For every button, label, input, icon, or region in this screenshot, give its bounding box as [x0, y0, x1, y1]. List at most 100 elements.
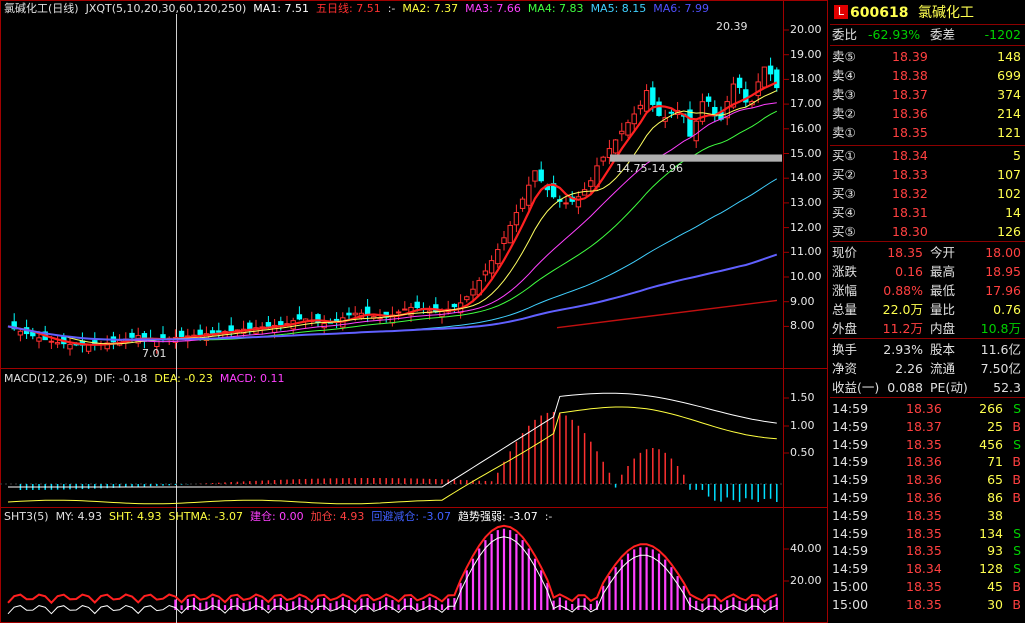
- candle-body: [612, 139, 619, 154]
- candle-body: [526, 184, 532, 206]
- macd-axis-label: 1.00: [790, 419, 815, 432]
- stat-value: 7.50亿: [980, 361, 1021, 376]
- candle-body: [395, 311, 402, 314]
- tick-time: 14:59: [832, 525, 869, 541]
- price-axis-label: 8.00: [790, 319, 815, 333]
- candle-body: [625, 122, 631, 136]
- level-price: 18.36: [892, 106, 928, 121]
- low-annotation: 7.01: [142, 347, 167, 360]
- ask-row: 卖② 18.36 214: [830, 105, 1025, 123]
- divider: [830, 397, 1025, 398]
- candle-body: [17, 330, 24, 336]
- ask-row: 卖① 18.35 121: [830, 124, 1025, 142]
- stat-value: 0.088: [887, 380, 923, 395]
- tick-price: 18.35: [906, 436, 942, 452]
- candle-body: [470, 288, 476, 296]
- level-price: 18.37: [892, 87, 928, 102]
- chart-area[interactable]: 氯碱化工(日线) JXQT(5,10,20,30,60,120,250) MA1: …: [0, 0, 828, 623]
- stat-row: 外盘 11.2万 内盘 10.8万: [830, 320, 1025, 338]
- level-price: 18.33: [892, 167, 928, 182]
- tick-volume: 71: [987, 454, 1003, 470]
- level-volume: 121: [997, 125, 1021, 140]
- stat-label: 收益(一): [832, 380, 880, 395]
- weibi-label: 委比: [832, 27, 858, 42]
- level-volume: 699: [997, 68, 1021, 83]
- tick-row: 14:59 18.36 71 B: [830, 453, 1025, 471]
- stat-label: 最低: [930, 283, 956, 298]
- stat-label: 涨跌: [832, 264, 858, 279]
- tick-row: 14:59 18.36 65 B: [830, 471, 1025, 489]
- tick-price: 18.35: [906, 507, 942, 523]
- tick-row: 14:59 18.36 86 B: [830, 489, 1025, 507]
- candle-body: [488, 260, 495, 274]
- tick-time: 14:59: [832, 472, 869, 488]
- candle-body: [129, 332, 135, 338]
- legend-item: SHT3(5): [4, 510, 49, 523]
- legend-item: MACD: 0.11: [219, 372, 285, 385]
- ask-row: 卖⑤ 18.39 148: [830, 48, 1025, 66]
- stat-label: PE(动): [930, 380, 968, 395]
- macd-axis-label: 0.50: [790, 446, 815, 459]
- level-label: 买③: [832, 186, 856, 201]
- candle-body: [668, 111, 675, 114]
- gap-zone: [610, 154, 782, 162]
- weicha-label: 委差: [930, 27, 956, 42]
- tick-row: 15:00 18.35 45 B: [830, 578, 1025, 596]
- candle-body: [197, 329, 203, 335]
- stat-label: 净资: [832, 361, 858, 376]
- candlestick-chart[interactable]: [0, 0, 828, 623]
- candle-body: [736, 77, 743, 88]
- legend-item: MA2: 7.37: [402, 2, 459, 15]
- legend-item: MA5: 8.15: [590, 2, 647, 15]
- stat-value: 18.95: [985, 264, 1021, 279]
- tick-time: 14:59: [832, 507, 869, 523]
- tick-direction: S: [1013, 401, 1021, 416]
- stat-label: 换手: [832, 342, 858, 357]
- stat-label: 总量: [832, 302, 858, 317]
- tick-volume: 65: [987, 472, 1003, 488]
- candle-body: [364, 306, 371, 316]
- candle-body: [519, 198, 526, 209]
- bid-row: 买⑤ 18.30 126: [830, 223, 1025, 241]
- price-axis-label: 13.00: [790, 195, 822, 209]
- candle-body: [464, 296, 470, 301]
- tick-direction: B: [1012, 472, 1021, 488]
- candle-body: [538, 169, 544, 182]
- candle-body: [563, 202, 569, 205]
- tick-price: 18.36: [906, 472, 942, 488]
- ma6-line: [7, 253, 778, 341]
- gap-annotation: 14.75-14.96: [616, 162, 683, 175]
- weibi-value: -62.93%: [868, 27, 921, 42]
- candle-body: [247, 322, 253, 329]
- main-chart-legend: 氯碱化工(日线) JXQT(5,10,20,30,60,120,250) MA1: …: [4, 2, 716, 16]
- level-volume: 148: [997, 49, 1021, 64]
- tick-time: 15:00: [832, 596, 869, 612]
- candle-body: [482, 270, 489, 276]
- candle-body: [54, 342, 61, 345]
- tick-direction: B: [1012, 596, 1021, 612]
- level-volume: 5: [1013, 148, 1021, 163]
- stat-row: 换手 2.93% 股本 11.6亿: [830, 341, 1025, 359]
- legend-item: 加仓: 4.93: [310, 510, 365, 523]
- legend-item: 氯碱化工(日线): [4, 2, 79, 15]
- stat-row: 净资 2.26 流通 7.50亿: [830, 360, 1025, 378]
- candle-body: [575, 196, 582, 208]
- candle-body: [513, 212, 520, 226]
- bid-row: 买④ 18.31 14: [830, 204, 1025, 222]
- legend-item: MA3: 7.66: [465, 2, 521, 15]
- candle-body: [495, 249, 501, 265]
- level-label: 卖④: [832, 68, 856, 83]
- tick-time: 15:00: [832, 579, 869, 594]
- tick-time: 14:59: [832, 454, 869, 470]
- level-volume: 126: [997, 224, 1021, 239]
- stock-code: 600618: [850, 5, 909, 21]
- stat-value: 17.96: [985, 283, 1021, 298]
- level-price: 18.39: [892, 49, 928, 64]
- price-axis-label: 17.00: [790, 97, 822, 111]
- candle-body: [507, 224, 513, 244]
- candle-body: [650, 87, 656, 105]
- stat-value: 18.00: [985, 245, 1021, 260]
- level-price: 18.31: [892, 205, 928, 220]
- stat-value: 52.3: [993, 380, 1021, 395]
- tick-row: 14:59 18.37 25 B: [830, 418, 1025, 436]
